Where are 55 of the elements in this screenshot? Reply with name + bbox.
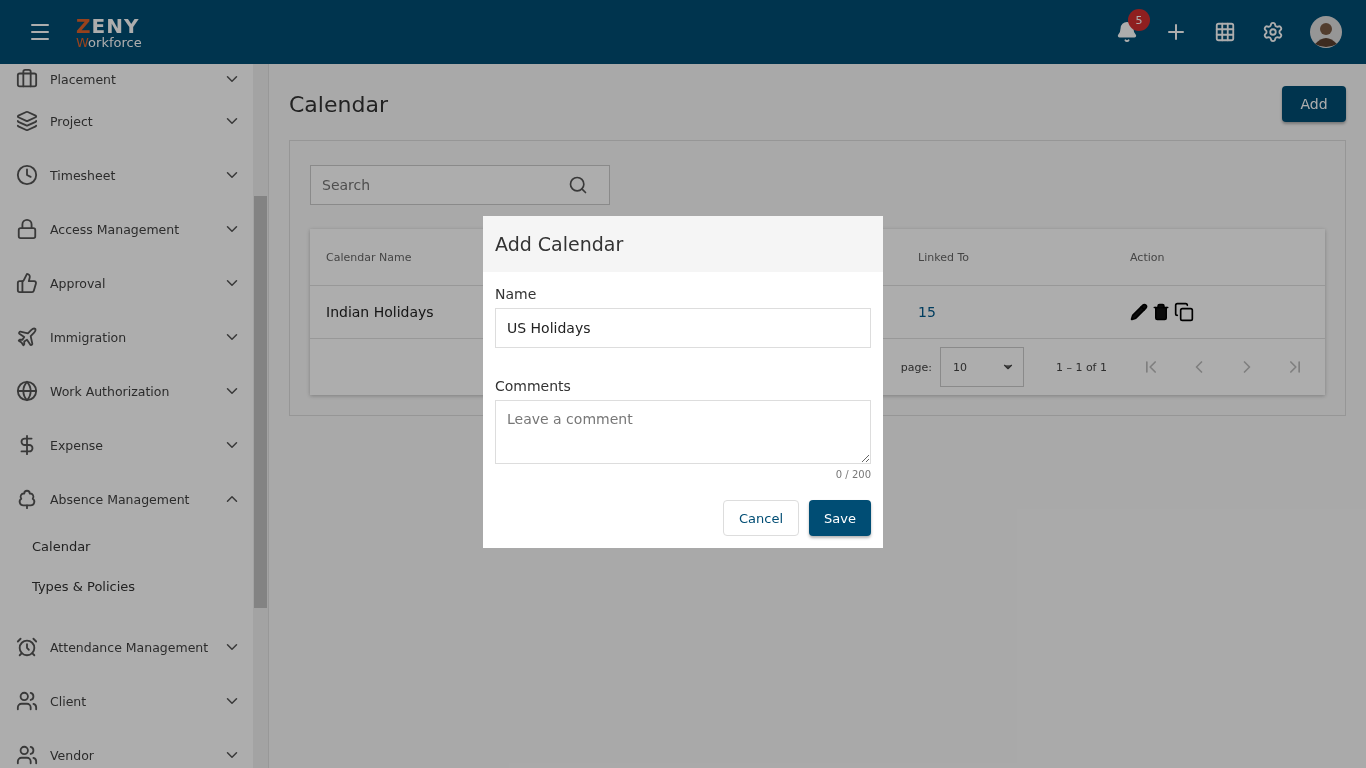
apps-grid-icon[interactable]: [1214, 21, 1236, 43]
airplane-icon: [16, 326, 38, 348]
sidebar-item[interactable]: Attendance Management: [0, 620, 253, 674]
sidebar-item[interactable]: Client: [0, 674, 253, 728]
column-header: Action: [1130, 250, 1166, 264]
layers-icon: [16, 110, 38, 132]
dialog-title: Add Calendar: [483, 216, 883, 272]
sidebar-item[interactable]: Work Authorization: [0, 364, 253, 418]
character-counter: 0 / 200: [835, 469, 871, 480]
tree-icon: [16, 488, 38, 510]
search-field[interactable]: Search: [310, 165, 610, 205]
sidebar-item[interactable]: Timesheet: [0, 148, 253, 202]
edit-icon[interactable]: [1130, 303, 1148, 321]
comments-label: Comments: [495, 378, 572, 394]
table-cell-text: Indian Holidays: [326, 304, 435, 320]
delete-icon[interactable]: [1152, 303, 1170, 321]
sidebar-item[interactable]: Expense: [0, 418, 253, 472]
clock-icon: [16, 164, 38, 186]
page-range: 1 – 1 of 1: [1055, 360, 1107, 374]
sidebar-subitem[interactable]: Types & Policies: [0, 566, 253, 606]
sidebar-item[interactable]: Immigration: [0, 310, 253, 364]
comments-textarea[interactable]: Leave a comment: [495, 400, 871, 464]
alarm-clock-icon: [16, 636, 38, 658]
sidebar-item[interactable]: Absence Management: [0, 472, 253, 526]
lock-icon: [16, 218, 38, 240]
notification-badge: 5: [1128, 9, 1150, 31]
search-icon: [568, 175, 588, 195]
user-avatar[interactable]: [1310, 16, 1342, 48]
sidebar-item[interactable]: Approval: [0, 256, 253, 310]
name-label: Name: [495, 286, 538, 302]
people-icon: [16, 744, 38, 766]
table-cell-text: 15: [918, 304, 937, 320]
thumbs-up-icon: [16, 272, 38, 294]
items-per-page-label: page:: [900, 360, 932, 374]
settings-icon[interactable]: [1262, 21, 1284, 43]
page-size-select[interactable]: 10: [939, 347, 1024, 387]
name-input[interactable]: US Holidays: [495, 308, 871, 348]
save-button[interactable]: Save: [809, 500, 871, 536]
copy-icon[interactable]: [1174, 302, 1194, 322]
scrollbar[interactable]: [253, 64, 269, 768]
sidebar-item[interactable]: Project: [0, 94, 253, 148]
column-header: Linked To: [918, 250, 970, 264]
sidebar-item[interactable]: Access Management: [0, 202, 253, 256]
page-title: Calendar: [289, 91, 388, 117]
add-button[interactable]: Add: [1282, 86, 1346, 122]
sidebar-item[interactable]: Vendor: [0, 728, 253, 768]
cancel-button[interactable]: Cancel: [723, 500, 800, 536]
globe-icon: [16, 380, 38, 402]
column-header: Calendar Name: [326, 250, 413, 264]
sidebar-subitem[interactable]: Calendar: [0, 526, 253, 566]
sidebar-item[interactable]: Placement: [0, 64, 253, 94]
people-icon: [16, 690, 38, 712]
briefcase-icon: [16, 68, 38, 90]
logo: ZENY Workforce: [76, 15, 142, 49]
notification-bell-icon[interactable]: [1116, 21, 1138, 43]
